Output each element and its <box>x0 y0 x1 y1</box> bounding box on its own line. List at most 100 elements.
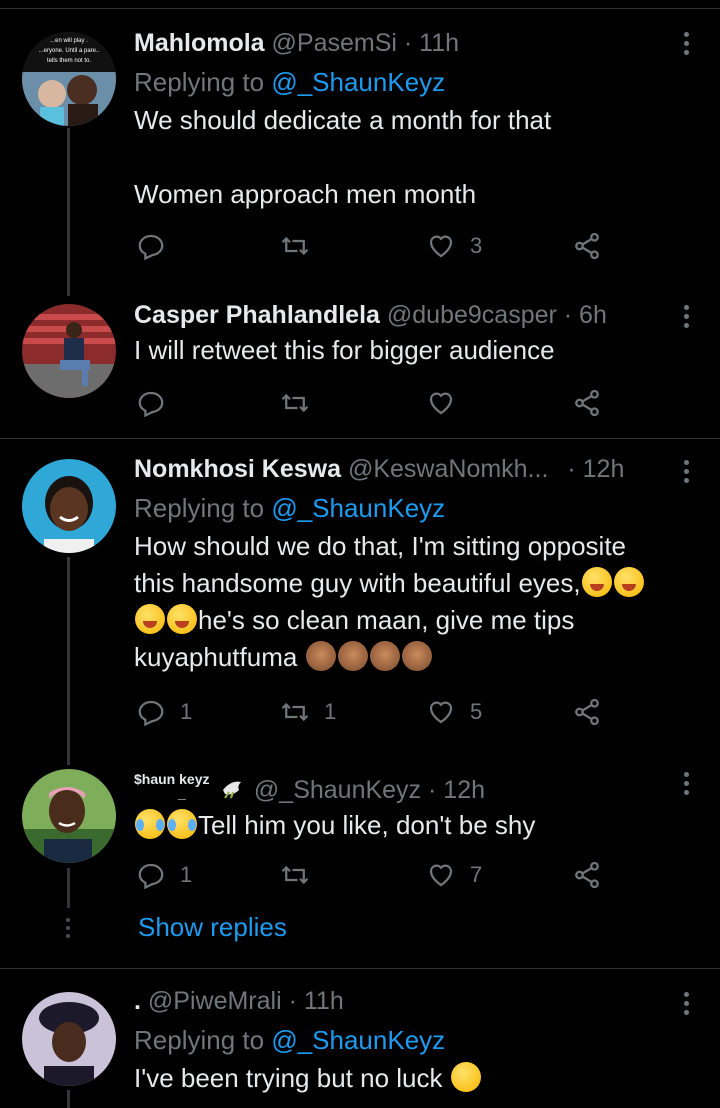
tweet-text: Tell him you like, don't be shy <box>134 807 670 844</box>
tweet-text: I will retweet this for bigger audience <box>134 332 670 369</box>
tweet-text-segment: I've been trying but no luck <box>134 1063 443 1093</box>
tweet-actions <box>134 383 614 423</box>
reply-button[interactable]: 1 <box>136 855 192 895</box>
avatar[interactable]: ...en will play . ...eryone. Until a par… <box>22 32 116 126</box>
tweet-text-segment: he's so clean maan, give me tips <box>198 605 575 635</box>
reply-button[interactable] <box>136 226 180 266</box>
tweet-text-segment: Tell him you like, don't be shy <box>198 810 536 840</box>
tweet-text-line <box>134 139 670 176</box>
display-name[interactable]: $haun keyz _ <box>134 768 214 801</box>
like-icon <box>429 864 453 887</box>
reply-button[interactable] <box>136 383 180 423</box>
replying-to-label: Replying to <box>134 493 272 523</box>
username[interactable]: @PiweMrali <box>148 987 282 1015</box>
more-icon[interactable] <box>680 770 692 798</box>
more-icon[interactable] <box>680 30 692 58</box>
avatar[interactable] <box>22 769 116 863</box>
display-name-underscore: _ <box>178 785 186 801</box>
mention-link[interactable]: @_ShaunKeyz <box>271 493 445 523</box>
tweet-text: How should we do that, I'm sitting oppos… <box>134 528 656 676</box>
reply-icon <box>138 391 164 418</box>
retweet-button[interactable]: 1 <box>280 692 336 732</box>
tweet-header: Casper Phahlandlela @dube9casper · 6h <box>134 298 670 332</box>
thread-line <box>67 557 70 765</box>
like-button[interactable]: 7 <box>426 855 482 895</box>
more-icon[interactable] <box>680 458 692 486</box>
more-icon[interactable] <box>680 303 692 331</box>
timestamp[interactable]: · 12h <box>428 776 485 804</box>
tweet-text-line: Women approach men month <box>134 179 477 209</box>
replying-to: Replying to @_ShaunKeyz <box>134 64 670 100</box>
share-button[interactable] <box>572 226 602 266</box>
avatar-image <box>22 304 116 398</box>
more-icon[interactable] <box>680 990 692 1018</box>
username[interactable]: @_ShaunKeyz <box>254 776 421 804</box>
username[interactable]: @KeswaNomkh... <box>348 455 548 483</box>
tweet-text-segment: kuyaphutfuma <box>134 642 298 672</box>
retweet-icon <box>281 393 309 413</box>
mention-link[interactable]: @_ShaunKeyz <box>271 67 445 97</box>
timestamp[interactable]: · 6h <box>564 301 607 329</box>
more-replies-dots <box>63 918 73 942</box>
display-name[interactable]: Mahlomola <box>134 29 265 57</box>
username[interactable]: @dube9casper <box>387 301 557 329</box>
replying-to-label: Replying to <box>134 67 272 97</box>
svg-text:...eryone. Until a pare..: ...eryone. Until a pare.. <box>39 48 100 54</box>
retweet-button[interactable] <box>280 226 324 266</box>
avatar[interactable] <box>22 459 116 553</box>
see-no-evil-monkey-icon <box>337 641 368 671</box>
share-button[interactable] <box>572 855 602 895</box>
show-replies-link[interactable]: Show replies <box>138 912 287 943</box>
replying-to: Replying to @_ShaunKeyz <box>134 1022 670 1058</box>
divider <box>0 968 720 969</box>
tweet-text-line: kuyaphutfuma <box>134 639 656 676</box>
replying-to: Replying to @_ShaunKeyz <box>134 490 656 526</box>
timestamp[interactable]: · 11h <box>404 29 459 57</box>
yum-emoji-icon <box>135 604 165 634</box>
like-button[interactable] <box>426 383 470 423</box>
svg-text:...en will play .: ...en will play . <box>50 38 88 44</box>
yum-emoji-icon <box>581 567 612 597</box>
dove-emoji-icon <box>221 775 247 799</box>
share-button[interactable] <box>572 692 602 732</box>
share-icon <box>575 232 599 260</box>
tweet-text-line: We should dedicate a month for that <box>134 105 552 135</box>
share-button[interactable] <box>572 383 602 423</box>
like-count: 5 <box>470 699 483 724</box>
like-icon <box>429 701 453 724</box>
tears-of-joy-emoji-icon <box>135 809 165 839</box>
mention-link[interactable]: @_ShaunKeyz <box>271 1025 445 1055</box>
tweet-text-line: Tell him you like, don't be shy <box>134 807 670 844</box>
replying-to-label: Replying to <box>134 1025 272 1055</box>
yum-emoji-icon <box>167 604 197 634</box>
like-button[interactable]: 3 <box>426 226 482 266</box>
display-name[interactable]: Nomkhosi Keswa <box>134 455 341 483</box>
share-icon <box>575 698 599 726</box>
share-icon <box>575 861 599 889</box>
display-name[interactable]: Casper Phahlandlela <box>134 301 380 329</box>
svg-text:tells them not to.: tells them not to. <box>47 58 91 64</box>
username[interactable]: @PasemSi <box>272 29 397 57</box>
tweet-text-segment: this handsome guy with beautiful eyes, <box>134 568 581 598</box>
reply-button[interactable]: 1 <box>136 692 192 732</box>
tweet-actions: 3 <box>134 226 614 266</box>
yum-emoji-icon <box>613 567 644 597</box>
see-no-evil-monkey-icon <box>401 641 432 671</box>
tweet-header: $haun keyz _ @_ShaunKeyz · 12h <box>134 768 670 807</box>
like-count: 3 <box>470 233 483 258</box>
retweet-count: 1 <box>324 699 337 724</box>
avatar[interactable] <box>22 304 116 398</box>
avatar-image: ...en will play . ...eryone. Until a par… <box>22 32 116 126</box>
like-button[interactable]: 5 <box>426 692 482 732</box>
display-name-text: $haun keyz <box>134 771 210 787</box>
retweet-button[interactable] <box>280 383 324 423</box>
timestamp[interactable]: · 11h <box>289 987 344 1015</box>
timestamp[interactable]: · 12h <box>567 455 624 483</box>
display-name[interactable]: . <box>134 987 141 1015</box>
reply-count: 1 <box>180 862 193 887</box>
avatar[interactable] <box>22 992 116 1086</box>
see-no-evil-monkey-icon <box>369 641 400 671</box>
retweet-button[interactable] <box>280 855 324 895</box>
avatar-image <box>22 459 116 553</box>
share-icon <box>575 389 599 417</box>
